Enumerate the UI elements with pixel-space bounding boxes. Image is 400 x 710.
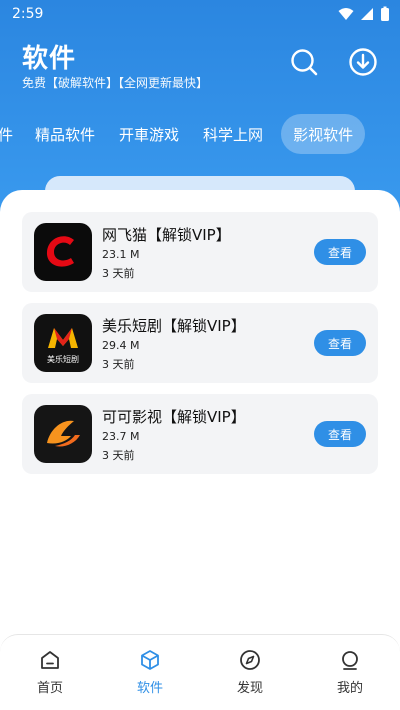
nav-discover[interactable]: 发现: [205, 649, 295, 696]
tab-premium-software[interactable]: 精品软件: [25, 114, 107, 154]
view-button[interactable]: 查看: [314, 421, 366, 447]
compass-icon: [240, 650, 260, 670]
app-size: 23.1 M: [102, 248, 140, 261]
app-icon-wangfeimao: [34, 223, 92, 281]
nav-label: 软件: [136, 681, 163, 696]
app-time: 3 天前: [102, 449, 135, 462]
view-button[interactable]: 查看: [314, 330, 366, 356]
category-tabs: 件 精品软件 开車游戏 科学上网 影视软件: [0, 114, 400, 154]
app-name: 可可影视【解锁VIP】: [102, 408, 246, 426]
nav-software[interactable]: 软件: [105, 649, 195, 696]
view-button[interactable]: 查看: [314, 239, 366, 265]
nav-label: 发现: [236, 681, 263, 696]
tab-partial[interactable]: 件: [0, 114, 25, 154]
status-time: 2:59: [12, 6, 44, 22]
download-icon: [349, 48, 377, 76]
app-size: 23.7 M: [102, 430, 140, 443]
app-card[interactable]: 可可影视【解锁VIP】 23.7 M 3 天前 查看: [22, 394, 378, 474]
app-time: 3 天前: [102, 358, 135, 371]
cube-icon: [141, 650, 159, 670]
search-button[interactable]: [288, 46, 320, 78]
download-button[interactable]: [347, 46, 379, 78]
tab-vpn[interactable]: 科学上网: [191, 114, 275, 154]
app-icon-keke: [34, 405, 92, 463]
home-icon: [41, 651, 59, 669]
wifi-icon: [338, 8, 354, 20]
tab-games[interactable]: 开車游戏: [107, 114, 191, 154]
status-bar: 2:59: [0, 0, 400, 28]
nav-profile[interactable]: 我的: [305, 649, 395, 696]
app-name: 美乐短剧【解锁VIP】: [102, 317, 246, 335]
signal-icon: [361, 8, 373, 20]
battery-icon: [381, 6, 389, 21]
app-name: 网飞猫【解锁VIP】: [102, 226, 231, 244]
app-card[interactable]: 网飞猫【解锁VIP】 23.1 M 3 天前 查看: [22, 212, 378, 292]
profile-icon: [342, 651, 358, 670]
search-icon: [291, 49, 318, 76]
page-subtitle: 免费【破解软件】【全网更新最快】: [22, 76, 209, 90]
status-icons: [338, 6, 390, 22]
nav-label: 首页: [36, 681, 63, 696]
content-sheet: 网飞猫【解锁VIP】 23.1 M 3 天前 查看 美乐短剧 美乐短剧【解锁VI…: [0, 190, 400, 710]
nav-home[interactable]: 首页: [5, 649, 95, 696]
tab-video-software[interactable]: 影视软件: [281, 114, 366, 154]
page-title: 软件: [22, 44, 77, 74]
app-icon-label: 美乐短剧: [47, 355, 79, 364]
app-icon-meile: 美乐短剧: [34, 314, 92, 372]
bottom-nav: 首页 软件 发现 我的: [0, 634, 400, 710]
nav-label: 我的: [336, 681, 363, 696]
app-time: 3 天前: [102, 267, 135, 280]
app-card[interactable]: 美乐短剧 美乐短剧【解锁VIP】 29.4 M 3 天前 查看: [22, 303, 378, 383]
app-size: 29.4 M: [102, 339, 140, 352]
